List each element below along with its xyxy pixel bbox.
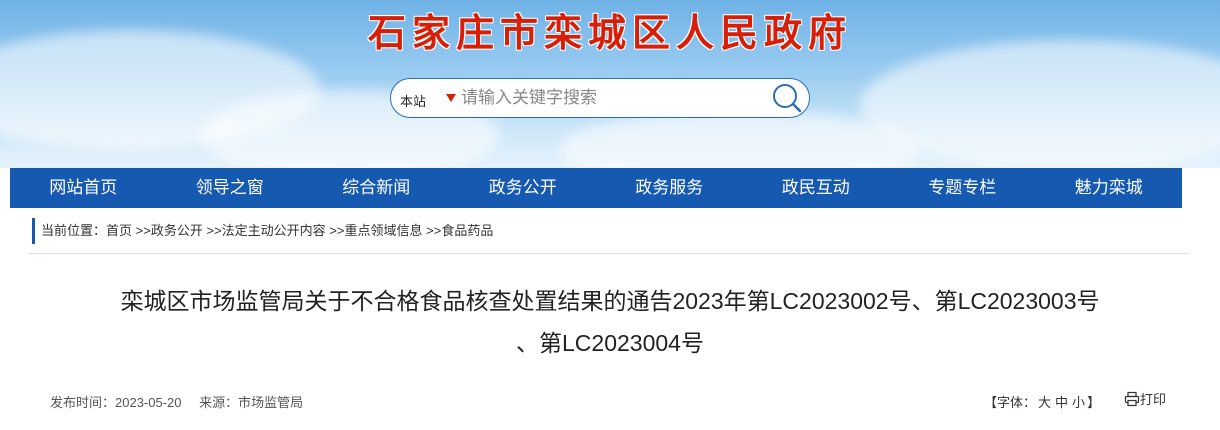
search-input[interactable]	[461, 86, 761, 110]
breadcrumb-item-food-drugs[interactable]: 食品药品	[441, 223, 493, 238]
print-label: 打印	[1140, 392, 1167, 407]
main-nav: 网站首页 领导之窗 综合新闻 政务公开 政务服务 政民互动 专题专栏 魅力栾城	[10, 168, 1182, 208]
breadcrumb-separator: >>	[206, 223, 222, 238]
breadcrumb-prefix: 当前位置：	[41, 223, 107, 238]
font-size-small-button[interactable]: 小	[1072, 395, 1085, 410]
search-icon	[773, 84, 802, 113]
font-size-control: 【字体：大中小】	[984, 392, 1100, 411]
caret-down-icon[interactable]	[446, 94, 456, 102]
breadcrumb: 当前位置：首页 >>政务公开 >>法定主动公开内容 >>重点领域信息 >>食品药…	[32, 218, 493, 244]
breadcrumb-divider	[28, 253, 1190, 254]
breadcrumb-item-statutory[interactable]: 法定主动公开内容	[222, 223, 326, 238]
font-size-prefix: 【字体：	[984, 395, 1037, 410]
search-bar: 本站	[390, 78, 810, 118]
breadcrumb-item-gov-info[interactable]: 政务公开	[151, 223, 203, 238]
breadcrumb-separator: >>	[426, 223, 442, 238]
article-title-line: 栾城区市场监管局关于不合格食品核查处置结果的通告2023年第LC2023002号…	[120, 288, 1100, 314]
article-title-line: 、第LC2023004号	[516, 330, 704, 356]
breadcrumb-separator: >>	[329, 223, 345, 238]
nav-item-interaction[interactable]: 政民互动	[743, 168, 890, 208]
print-button[interactable]: 打印	[1124, 389, 1166, 408]
article-source: 来源：市场监管局	[199, 395, 304, 410]
breadcrumb-item-home[interactable]: 首页	[106, 223, 132, 238]
nav-item-news[interactable]: 综合新闻	[303, 168, 450, 208]
nav-item-gov-info[interactable]: 政务公开	[450, 168, 597, 208]
font-size-large-button[interactable]: 大	[1038, 395, 1051, 410]
header-banner: 石家庄市栾城区人民政府 本站	[0, 0, 1220, 168]
breadcrumb-separator: >>	[135, 223, 151, 238]
breadcrumb-item-key-areas[interactable]: 重点领域信息	[345, 223, 423, 238]
nav-item-home[interactable]: 网站首页	[10, 168, 157, 208]
font-size-medium-button[interactable]: 中	[1055, 395, 1068, 410]
font-size-suffix: 】	[1087, 395, 1101, 410]
nav-item-gov-service[interactable]: 政务服务	[596, 168, 743, 208]
search-scope-select[interactable]: 本站	[400, 91, 426, 110]
printer-icon	[1124, 391, 1140, 407]
article-title: 栾城区市场监管局关于不合格食品核查处置结果的通告2023年第LC2023002号…	[40, 280, 1180, 364]
search-button[interactable]	[769, 81, 805, 115]
nav-item-charm[interactable]: 魅力栾城	[1036, 168, 1183, 208]
article-meta: 发布时间：2023-05-20 来源：市场监管局	[50, 392, 317, 411]
publish-date: 发布时间：2023-05-20	[50, 395, 182, 410]
site-title: 石家庄市栾城区人民政府	[367, 13, 852, 55]
nav-item-leaders[interactable]: 领导之窗	[157, 168, 304, 208]
nav-item-topics[interactable]: 专题专栏	[889, 168, 1036, 208]
